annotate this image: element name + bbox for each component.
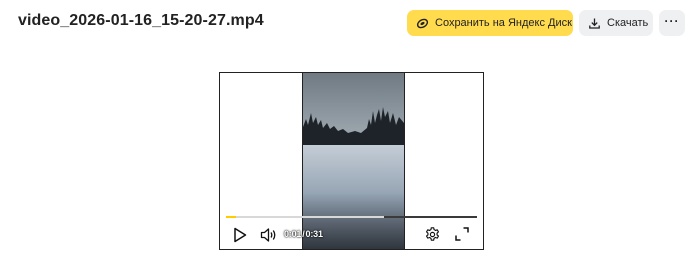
current-time: 0:01 [284, 229, 302, 239]
timecode: 0:01/0:31 [284, 229, 323, 239]
progress-bar[interactable] [226, 216, 477, 218]
time-separator: / [302, 229, 305, 239]
volume-button[interactable] [260, 227, 278, 243]
save-to-yandex-disk-button[interactable]: Сохранить на Яндекс Диск [407, 10, 573, 36]
fullscreen-button[interactable] [454, 226, 470, 242]
volume-icon [260, 228, 276, 242]
file-title: video_2026-01-16_15-20-27.mp4 [18, 12, 264, 29]
more-dots-icon: ··· [664, 14, 680, 28]
player-controls: 0:01/0:31 [220, 213, 483, 249]
header-bar: video_2026-01-16_15-20-27.mp4 Сохранить … [0, 0, 700, 46]
settings-button[interactable] [424, 226, 441, 243]
duration: 0:31 [305, 229, 323, 239]
gear-icon [425, 227, 440, 241]
download-button-label: Скачать [607, 17, 649, 29]
download-button[interactable]: Скачать [579, 10, 653, 36]
more-options-button[interactable]: ··· [659, 10, 685, 36]
play-button[interactable] [232, 227, 248, 243]
buffered-range [226, 216, 385, 218]
play-icon [234, 227, 247, 243]
file-viewer-page: video_2026-01-16_15-20-27.mp4 Сохранить … [0, 0, 700, 269]
download-icon [588, 17, 601, 30]
fullscreen-icon [455, 227, 469, 241]
save-button-label: Сохранить на Яндекс Диск [435, 17, 572, 29]
video-player[interactable]: 0:01/0:31 [219, 72, 484, 250]
played-range [226, 216, 237, 218]
yandex-disk-icon [416, 17, 429, 30]
